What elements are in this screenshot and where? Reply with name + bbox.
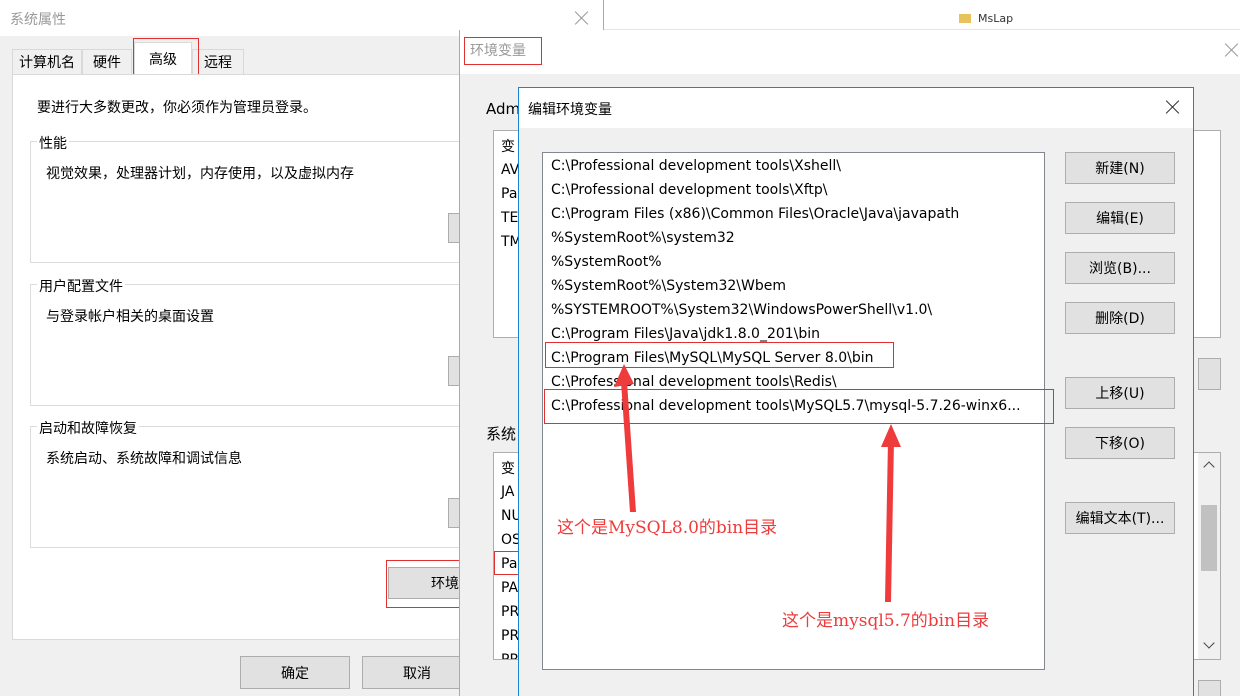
- arrow-mysql8-head: [614, 364, 634, 387]
- arrow-mysql57-shaft: [885, 440, 894, 602]
- annotation-mysql8: 这个是MySQL8.0的bin目录: [557, 518, 778, 538]
- arrow-mysql57-head: [881, 424, 901, 447]
- annotation-mysql57: 这个是mysql5.7的bin目录: [782, 611, 990, 631]
- annotation-arrows: [614, 364, 901, 602]
- arrow-mysql8-shaft: [621, 382, 636, 512]
